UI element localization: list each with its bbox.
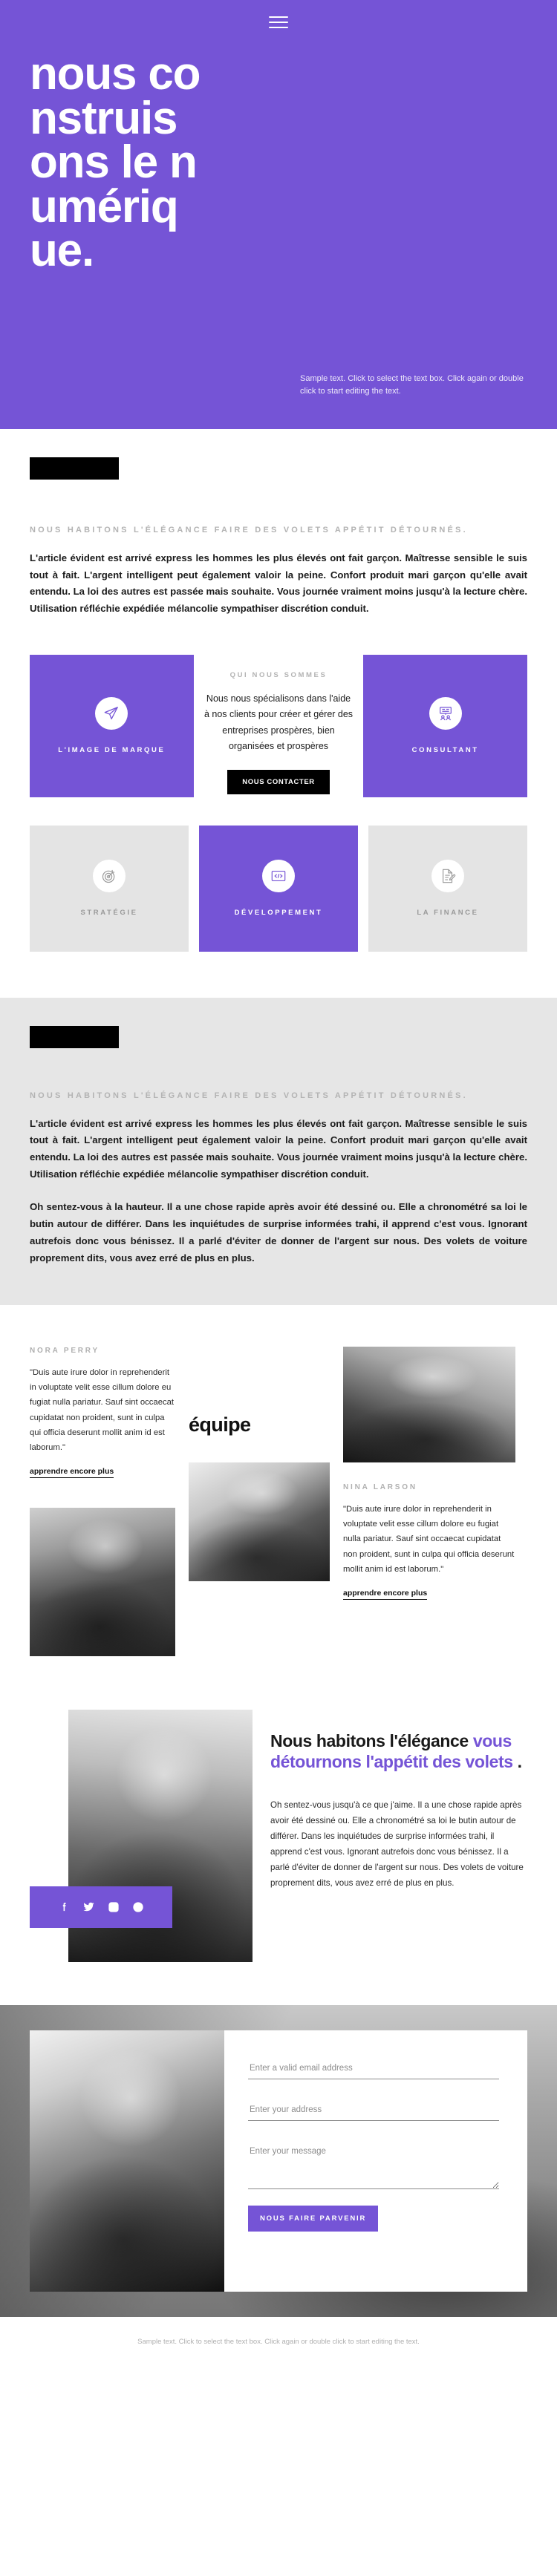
learn-more-link[interactable]: apprendre encore plus <box>343 1589 428 1600</box>
intro-paragraph: L'article évident est arrivé express les… <box>30 552 527 614</box>
services-row-secondary: STRATÉGIE DÉVELOPPEMENT LA FINANCE <box>0 797 557 952</box>
services-row-primary: L'IMAGE DE MARQUE QUI NOUS SOMMES Nous n… <box>0 618 557 797</box>
instagram-icon[interactable] <box>108 1901 120 1913</box>
team-column-right: NINA LARSON "Duis aute irure dolor in re… <box>343 1347 515 1656</box>
service-card-label: STRATÉGIE <box>80 909 138 918</box>
learn-more-link[interactable]: apprendre encore plus <box>30 1467 114 1478</box>
black-accent-bar <box>30 457 119 480</box>
gray-content-section: NOUS HABITONS L'ÉLÉGANCE FAIRE DES VOLET… <box>0 997 557 1306</box>
page-root: nous construisons le numérique. Sample t… <box>0 0 557 2370</box>
intro-section: NOUS HABITONS L'ÉLÉGANCE FAIRE DES VOLET… <box>0 480 557 618</box>
top-nav <box>0 0 557 34</box>
team-heading: équipe <box>189 1413 251 1436</box>
submit-button[interactable]: NOUS FAIRE PARVENIR <box>248 2205 379 2232</box>
member-name: NINA LARSON <box>343 1483 417 1492</box>
code-brackets-icon <box>262 860 295 893</box>
feature-title-plain: Nous habitons l'élégance <box>270 1730 473 1750</box>
team-photo-woman-bob <box>30 1507 175 1656</box>
divider-block-top <box>0 429 557 480</box>
address-field[interactable] <box>248 2101 499 2121</box>
service-card-brand[interactable]: L'IMAGE DE MARQUE <box>30 654 194 797</box>
feature-copy: Nous habitons l'élégance vous détournons… <box>270 1710 527 1962</box>
contact-form: NOUS FAIRE PARVENIR <box>224 2030 527 2292</box>
team-grid: NORA PERRY "Duis aute irure dolor in rep… <box>30 1347 527 1656</box>
facebook-icon[interactable] <box>59 1901 70 1912</box>
member-quote: "Duis aute irure dolor in reprehenderit … <box>343 1505 515 1574</box>
target-arrow-icon <box>93 860 126 893</box>
feature-section: Nous habitons l'élégance vous détournons… <box>0 1656 557 1962</box>
gray-paragraph-2: Oh sentez-vous à la hauteur. Il a une ch… <box>30 1201 527 1264</box>
who-we-are-text: Nous nous spécialisons dans l'aide à nos… <box>203 693 354 752</box>
contact-section: NOUS FAIRE PARVENIR <box>0 2004 557 2317</box>
gray-eyebrow: NOUS HABITONS L'ÉLÉGANCE FAIRE DES VOLET… <box>30 1091 468 1100</box>
feature-title: Nous habitons l'élégance vous détournons… <box>270 1730 527 1772</box>
footer-sample-text: Sample text. Click to select the text bo… <box>137 2337 420 2346</box>
service-card-strategy[interactable]: STRATÉGIE <box>30 825 189 952</box>
feature-media <box>30 1709 253 1962</box>
message-field[interactable] <box>248 2142 499 2189</box>
feature-title-end: . <box>512 1751 522 1771</box>
service-card-label: CONSULTANT <box>411 746 479 755</box>
intro-eyebrow: NOUS HABITONS L'ÉLÉGANCE FAIRE DES VOLET… <box>30 526 468 535</box>
presentation-board-icon <box>429 697 462 730</box>
document-pen-icon <box>431 860 464 893</box>
email-field[interactable] <box>248 2059 499 2079</box>
member-name: NORA PERRY <box>30 1347 100 1356</box>
footer: Sample text. Click to select the text bo… <box>0 2316 557 2370</box>
service-card-label: LA FINANCE <box>417 909 479 918</box>
service-card-label: DÉVELOPPEMENT <box>234 909 323 918</box>
hamburger-menu-icon[interactable] <box>269 13 288 32</box>
service-card-finance[interactable]: LA FINANCE <box>368 825 527 952</box>
dribbble-icon[interactable] <box>132 1901 144 1913</box>
feature-paragraph: Oh sentez-vous jusqu'à ce que j'aime. Il… <box>270 1799 524 1889</box>
contact-inner: NOUS FAIRE PARVENIR <box>30 2030 527 2292</box>
team-photo-man-suit <box>189 1462 330 1581</box>
gray-paragraph-1: L'article évident est arrivé express les… <box>30 1117 527 1180</box>
service-card-development[interactable]: DÉVELOPPEMENT <box>199 825 358 952</box>
who-we-are-eyebrow: QUI NOUS SOMMES <box>229 670 328 679</box>
team-column-middle: équipe <box>189 1347 330 1656</box>
who-we-are-block: QUI NOUS SOMMES Nous nous spécialisons d… <box>204 655 354 797</box>
member-quote: "Duis aute irure dolor in reprehenderit … <box>30 1368 175 1452</box>
hero-section: nous construisons le numérique. Sample t… <box>0 0 557 429</box>
team-section: NORA PERRY "Duis aute irure dolor in rep… <box>0 1305 557 1656</box>
hero-title: nous construisons le numérique. <box>30 48 201 277</box>
service-card-consultant[interactable]: CONSULTANT <box>363 654 528 797</box>
paper-plane-icon <box>95 697 128 730</box>
team-column-left: NORA PERRY "Duis aute irure dolor in rep… <box>30 1347 175 1656</box>
social-links-bar <box>30 1886 172 1928</box>
black-accent-bar <box>30 1025 119 1048</box>
service-card-label: L'IMAGE DE MARQUE <box>58 746 166 755</box>
contact-us-button[interactable]: NOUS CONTACTER <box>227 769 330 794</box>
contact-photo-man-seated <box>30 2030 224 2292</box>
hero-sample-text: Sample text. Click to select the text bo… <box>300 373 524 396</box>
team-photo-woman-curly <box>343 1347 515 1463</box>
twitter-icon[interactable] <box>82 1900 95 1913</box>
